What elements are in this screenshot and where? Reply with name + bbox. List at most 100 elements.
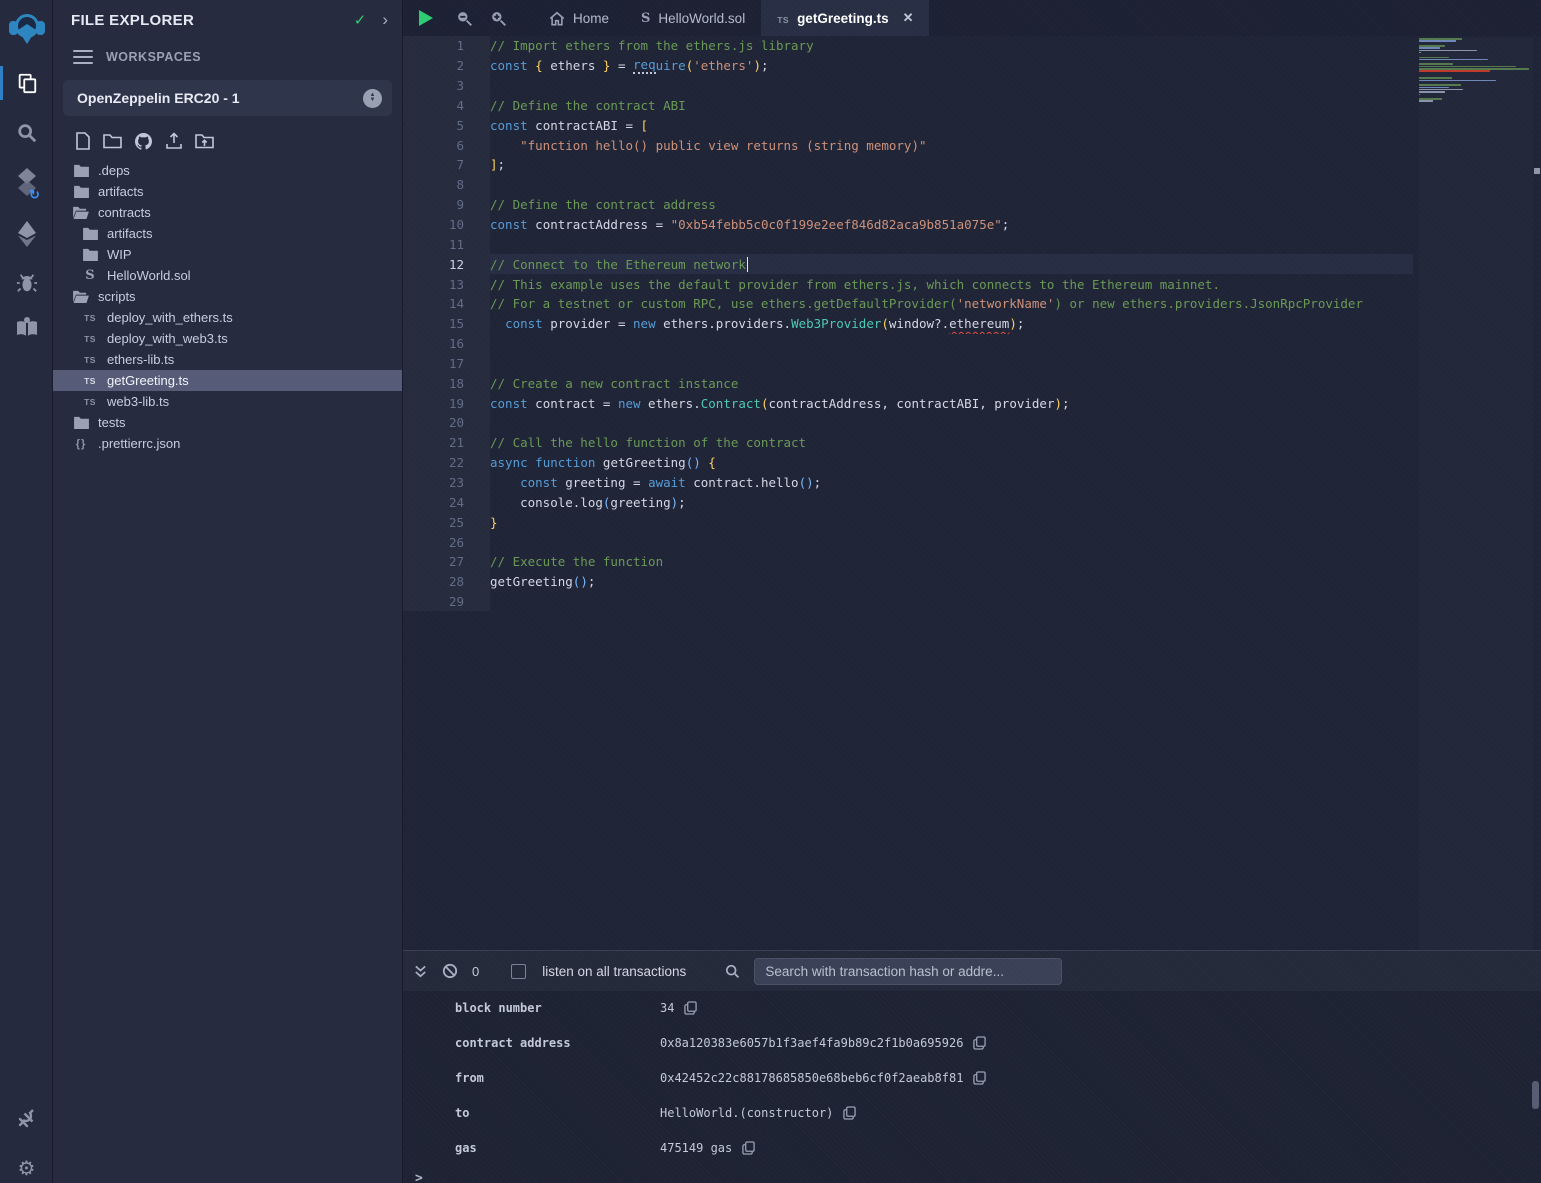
debugger-icon[interactable] — [0, 262, 53, 304]
collapse-terminal-icon[interactable] — [413, 964, 428, 979]
code-line-17[interactable]: 17 — [403, 354, 1413, 374]
clear-console-icon[interactable] — [442, 963, 458, 979]
code-line-14[interactable]: 14// For a testnet or custom RPC, use et… — [403, 294, 1413, 314]
detail-label: contract address — [455, 1036, 660, 1050]
code-line-8[interactable]: 8 — [403, 175, 1413, 195]
code-line-28[interactable]: 28getGreeting(); — [403, 572, 1413, 592]
new-file-icon[interactable] — [75, 132, 91, 150]
zoom-out-icon[interactable] — [447, 0, 481, 36]
plugin-manager-icon[interactable] — [0, 1098, 53, 1140]
code-line-18[interactable]: 18// Create a new contract instance — [403, 373, 1413, 393]
settings-icon[interactable]: ⚙ — [0, 1148, 53, 1183]
code-line-21[interactable]: 21// Call the hello function of the cont… — [403, 433, 1413, 453]
line-number: 23 — [403, 473, 490, 493]
copy-icon[interactable] — [973, 1071, 986, 1085]
upload-file-icon[interactable] — [165, 132, 183, 150]
file-explorer-icon[interactable] — [0, 62, 53, 104]
chevron-right-icon[interactable]: › — [382, 10, 388, 30]
code-line-6[interactable]: 6 "function hello() public view returns … — [403, 135, 1413, 155]
code-line-29[interactable]: 29 — [403, 592, 1413, 612]
solidity-compiler-icon[interactable]: ↻ — [0, 160, 53, 208]
tree-item-wip[interactable]: WIP — [53, 244, 402, 265]
tree-item-deploy-with-ethers-ts[interactable]: TSdeploy_with_ethers.ts — [53, 307, 402, 328]
workspaces-menu-icon[interactable] — [73, 46, 93, 68]
line-number: 22 — [403, 453, 490, 473]
code-line-4[interactable]: 4// Define the contract ABI — [403, 96, 1413, 116]
line-number: 12 — [403, 254, 490, 274]
code-line-5[interactable]: 5const contractABI = [ — [403, 115, 1413, 135]
zoom-in-icon[interactable] — [481, 0, 515, 36]
code-line-1[interactable]: 1// Import ethers from the ethers.js lib… — [403, 36, 1413, 56]
tree-item-web3-lib-ts[interactable]: TSweb3-lib.ts — [53, 391, 402, 412]
code-line-16[interactable]: 16 — [403, 334, 1413, 354]
tree-item-tests[interactable]: tests — [53, 412, 402, 433]
listen-checkbox[interactable] — [511, 964, 526, 979]
tree-item-getgreeting-ts[interactable]: TSgetGreeting.ts — [53, 370, 402, 391]
code-line-20[interactable]: 20 — [403, 413, 1413, 433]
tab-home[interactable]: Home — [533, 0, 625, 36]
deploy-run-icon[interactable] — [0, 213, 53, 255]
tab-helloworld-sol[interactable]: SHelloWorld.sol — [625, 0, 761, 36]
github-icon[interactable] — [134, 132, 153, 150]
tree-item-artifacts[interactable]: artifacts — [53, 181, 402, 202]
code-line-3[interactable]: 3 — [403, 76, 1413, 96]
code-line-9[interactable]: 9// Define the contract address — [403, 195, 1413, 215]
detail-label: block number — [455, 1001, 660, 1015]
copy-icon[interactable] — [742, 1141, 755, 1155]
terminal-search-input[interactable] — [754, 958, 1062, 985]
upload-folder-icon[interactable] — [195, 133, 214, 149]
remix-logo-icon[interactable] — [0, 6, 53, 52]
code-line-19[interactable]: 19const contract = new ethers.Contract(c… — [403, 393, 1413, 413]
code-area[interactable]: 1// Import ethers from the ethers.js lib… — [403, 36, 1413, 950]
line-number: 29 — [403, 592, 490, 612]
workspace-stepper-icon[interactable]: ▲▼ — [363, 89, 382, 108]
tree-item-artifacts[interactable]: artifacts — [53, 223, 402, 244]
code-line-12[interactable]: 12// Connect to the Ethereum network — [403, 254, 1413, 274]
code-line-24[interactable]: 24 console.log(greeting); — [403, 492, 1413, 512]
line-number: 20 — [403, 413, 490, 433]
copy-icon[interactable] — [973, 1036, 986, 1050]
code-line-25[interactable]: 25} — [403, 512, 1413, 532]
copy-icon[interactable] — [843, 1106, 856, 1120]
tree-item-scripts[interactable]: scripts — [53, 286, 402, 307]
code-line-7[interactable]: 7]; — [403, 155, 1413, 175]
line-content — [490, 334, 1413, 354]
tab-bar: HomeSHelloWorld.solTSgetGreeting.ts✕ — [403, 0, 1541, 36]
ruler-marker[interactable] — [1534, 168, 1540, 174]
tree-item-contracts[interactable]: contracts — [53, 202, 402, 223]
code-line-27[interactable]: 27// Execute the function — [403, 552, 1413, 572]
code-line-13[interactable]: 13// This example uses the default provi… — [403, 274, 1413, 294]
file-name: deploy_with_ethers.ts — [107, 310, 233, 325]
terminal-scrollbar[interactable] — [1532, 1081, 1539, 1109]
search-icon[interactable] — [0, 112, 53, 154]
workspace-select[interactable]: OpenZeppelin ERC20 - 1 ▲▼ — [63, 80, 392, 116]
unit-testing-icon[interactable] — [0, 306, 53, 348]
new-folder-icon[interactable] — [103, 133, 122, 149]
code-line-11[interactable]: 11 — [403, 234, 1413, 254]
check-icon[interactable]: ✓ — [354, 11, 367, 29]
code-line-10[interactable]: 10const contractAddress = "0xb54febb5c0c… — [403, 215, 1413, 235]
code-line-23[interactable]: 23 const greeting = await contract.hello… — [403, 473, 1413, 493]
code-line-15[interactable]: 15 const provider = new ethers.providers… — [403, 314, 1413, 334]
terminal-prompt[interactable]: > — [403, 1165, 1541, 1183]
code-line-26[interactable]: 26 — [403, 532, 1413, 552]
tree-item--prettierrc-json[interactable]: {}.prettierrc.json — [53, 433, 402, 454]
line-number: 7 — [403, 155, 490, 175]
minimap-line — [1419, 70, 1490, 72]
transaction-row-to: toHelloWorld.(constructor) — [403, 1095, 1541, 1130]
line-content — [490, 592, 1413, 612]
tree-item-deploy-with-web3-ts[interactable]: TSdeploy_with_web3.ts — [53, 328, 402, 349]
minimap[interactable] — [1419, 38, 1533, 950]
close-tab-icon[interactable]: ✕ — [903, 10, 914, 26]
run-script-icon[interactable] — [403, 0, 447, 36]
file-name: .deps — [98, 163, 130, 178]
copy-icon[interactable] — [684, 1001, 697, 1015]
tab-getgreeting-ts[interactable]: TSgetGreeting.ts✕ — [761, 0, 929, 36]
tree-item-ethers-lib-ts[interactable]: TSethers-lib.ts — [53, 349, 402, 370]
line-content: // Define the contract ABI — [490, 96, 1413, 116]
code-line-22[interactable]: 22async function getGreeting() { — [403, 453, 1413, 473]
tab-label: getGreeting.ts — [797, 11, 889, 26]
tree-item-helloworld-sol[interactable]: SHelloWorld.sol — [53, 265, 402, 286]
code-line-2[interactable]: 2const { ethers } = require('ethers'); — [403, 56, 1413, 76]
tree-item--deps[interactable]: .deps — [53, 160, 402, 181]
